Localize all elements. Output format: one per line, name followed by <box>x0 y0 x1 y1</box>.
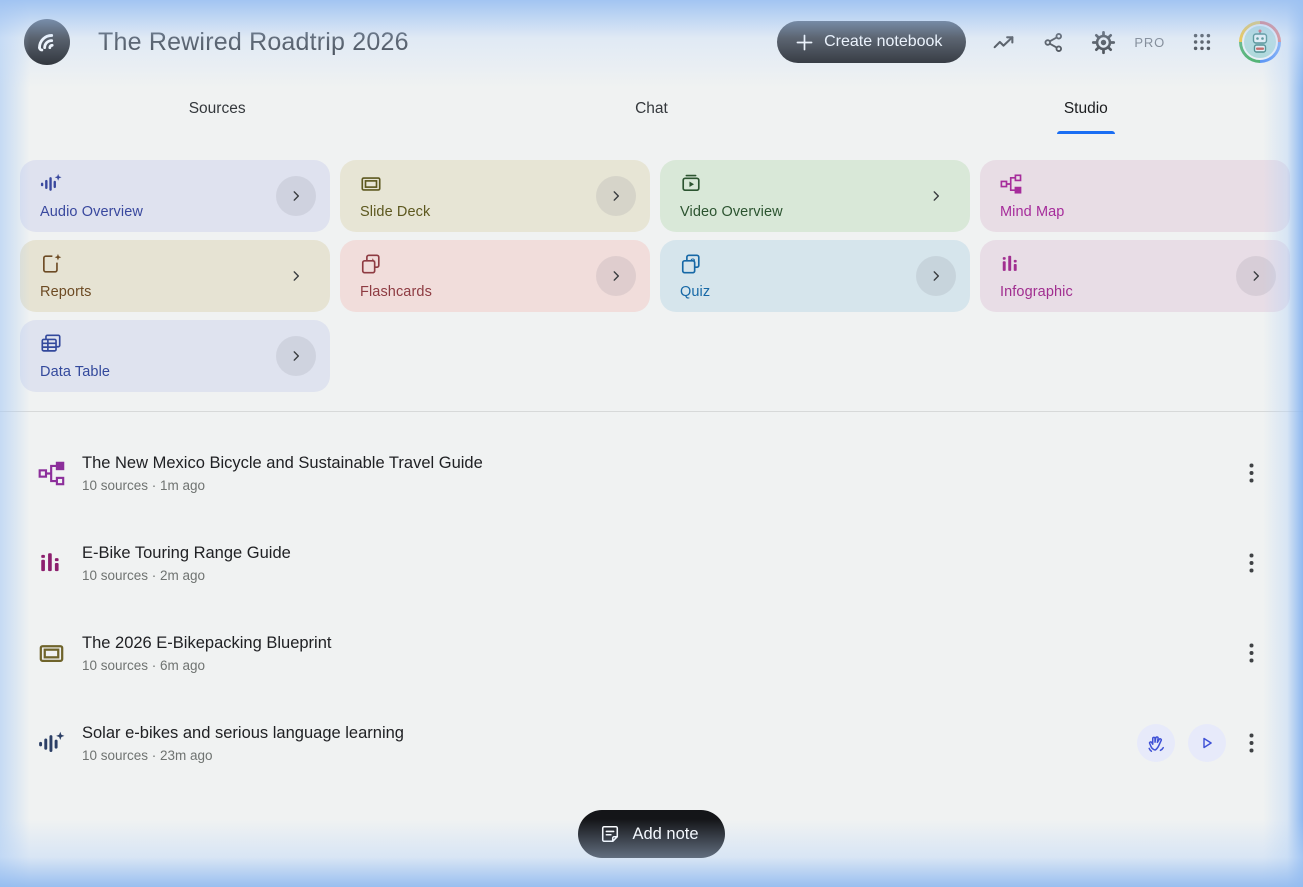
header-actions: Create notebook PRO <box>777 21 1281 63</box>
chevron-right-icon[interactable] <box>596 176 636 216</box>
chevron-right-icon[interactable] <box>276 256 316 296</box>
tool-card-reports[interactable]: Reports <box>20 240 330 312</box>
audio-waveform-sparkle-icon <box>40 173 62 195</box>
more-options-icon[interactable] <box>1239 728 1263 758</box>
tool-card-audio-overview[interactable]: Audio Overview <box>20 160 330 232</box>
artifact-texts: The 2026 E-Bikepacking Blueprint 10 sour… <box>82 634 331 673</box>
artifact-row-infographic[interactable]: E-Bike Touring Range Guide 10 sources · … <box>0 518 1303 608</box>
more-options-icon[interactable] <box>1239 548 1263 578</box>
tool-card-label: Flashcards <box>360 284 432 300</box>
tool-card-label: Reports <box>40 284 92 300</box>
tab-sources-label: Sources <box>188 100 246 117</box>
slide-deck-icon <box>38 640 65 667</box>
tool-card-label: Mind Map <box>1000 204 1065 220</box>
video-overview-icon <box>680 173 702 195</box>
flashcards-icon <box>360 253 382 275</box>
add-note-container: Add note <box>0 810 1303 858</box>
chevron-right-icon[interactable] <box>596 256 636 296</box>
app-header: The Rewired Roadtrip 2026 Create noteboo… <box>0 0 1303 84</box>
tool-card-mind-map[interactable]: Mind Map <box>980 160 1290 232</box>
apps-grid-icon[interactable] <box>1189 29 1215 55</box>
add-note-label: Add note <box>632 824 699 843</box>
account-avatar[interactable] <box>1239 21 1281 63</box>
tool-card-slide-deck[interactable]: Slide Deck <box>340 160 650 232</box>
play-icon <box>1198 734 1216 752</box>
chevron-right-icon[interactable] <box>916 256 956 296</box>
chevron-right-icon[interactable] <box>276 176 316 216</box>
tool-card-label: Infographic <box>1000 284 1073 300</box>
artifact-texts: Solar e-bikes and serious language learn… <box>82 724 404 763</box>
plus-icon <box>796 34 813 51</box>
waving-hand-icon <box>1146 733 1167 754</box>
quiz-icon: ? <box>680 253 702 275</box>
tool-card-data-table[interactable]: Data Table <box>20 320 330 392</box>
note-icon <box>600 824 620 844</box>
studio-tools-grid: Audio Overview Slide Deck Video Overview… <box>20 160 1290 392</box>
artifact-row-slide-deck[interactable]: The 2026 E-Bikepacking Blueprint 10 sour… <box>0 608 1303 698</box>
tool-card-label: Slide Deck <box>360 204 431 220</box>
tool-card-label: Data Table <box>40 364 111 380</box>
slide-deck-icon <box>360 173 382 195</box>
create-notebook-label: Create notebook <box>824 33 943 50</box>
chevron-right-icon[interactable] <box>916 176 956 216</box>
tool-card-quiz[interactable]: ? Quiz <box>660 240 970 312</box>
tab-chat[interactable]: Chat <box>434 84 868 134</box>
tool-card-flashcards[interactable]: Flashcards <box>340 240 650 312</box>
artifact-meta: 10 sources · 23m ago <box>82 747 213 763</box>
tab-chat-label: Chat <box>635 100 668 117</box>
main-tabs: Sources Chat Studio <box>0 84 1303 134</box>
pro-badge: PRO <box>1134 34 1165 50</box>
share-icon[interactable] <box>1040 29 1066 55</box>
tab-sources[interactable]: Sources <box>0 84 434 134</box>
tab-studio[interactable]: Studio <box>869 84 1303 134</box>
more-options-icon[interactable] <box>1239 458 1263 488</box>
avatar-robot-image <box>1242 24 1278 60</box>
infographic-bars-icon <box>38 550 65 577</box>
artifact-meta: 10 sources · 2m ago <box>82 567 206 583</box>
mind-map-icon <box>1000 173 1022 195</box>
artifact-texts: E-Bike Touring Range Guide 10 sources · … <box>82 544 291 583</box>
artifact-title: The New Mexico Bicycle and Sustainable T… <box>82 453 483 472</box>
tool-card-video-overview[interactable]: Video Overview <box>660 160 970 232</box>
tool-card-label: Audio Overview <box>40 204 143 220</box>
tool-card-infographic[interactable]: Infographic <box>980 240 1290 312</box>
data-table-icon <box>40 333 62 355</box>
trending-up-icon[interactable] <box>990 29 1016 55</box>
interactive-mode-button[interactable] <box>1137 724 1175 762</box>
chevron-right-icon[interactable] <box>1236 256 1276 296</box>
active-tab-underline <box>1056 131 1115 134</box>
tool-card-label: Quiz <box>680 284 711 300</box>
studio-artifacts-list: The New Mexico Bicycle and Sustainable T… <box>0 428 1303 788</box>
tool-card-label: Video Overview <box>680 204 783 220</box>
notebooklm-page: The Rewired Roadtrip 2026 Create noteboo… <box>0 0 1303 887</box>
add-note-button[interactable]: Add note <box>578 810 725 858</box>
artifact-meta: 10 sources · 1m ago <box>82 477 206 493</box>
create-notebook-button[interactable]: Create notebook <box>777 21 967 63</box>
notebooklm-logo-icon[interactable] <box>24 19 70 65</box>
play-audio-button[interactable] <box>1188 724 1226 762</box>
artifact-title: E-Bike Touring Range Guide <box>82 543 291 562</box>
settings-gear-icon[interactable] <box>1090 29 1116 55</box>
notebook-title[interactable]: The Rewired Roadtrip 2026 <box>98 28 409 57</box>
artifact-title: Solar e-bikes and serious language learn… <box>82 723 404 742</box>
infographic-bars-icon <box>1000 253 1022 275</box>
section-divider <box>0 411 1303 412</box>
artifact-meta: 10 sources · 6m ago <box>82 657 206 673</box>
audio-waveform-sparkle-icon <box>38 730 65 757</box>
mind-map-icon <box>38 460 65 487</box>
artifact-row-mind-map[interactable]: The New Mexico Bicycle and Sustainable T… <box>0 428 1303 518</box>
artifact-texts: The New Mexico Bicycle and Sustainable T… <box>82 454 483 493</box>
artifact-title: The 2026 E-Bikepacking Blueprint <box>82 633 332 652</box>
more-options-icon[interactable] <box>1239 638 1263 668</box>
tab-studio-label: Studio <box>1063 100 1108 117</box>
artifact-row-audio-overview[interactable]: Solar e-bikes and serious language learn… <box>0 698 1303 788</box>
report-sparkle-icon <box>40 253 62 275</box>
chevron-right-icon[interactable] <box>276 336 316 376</box>
